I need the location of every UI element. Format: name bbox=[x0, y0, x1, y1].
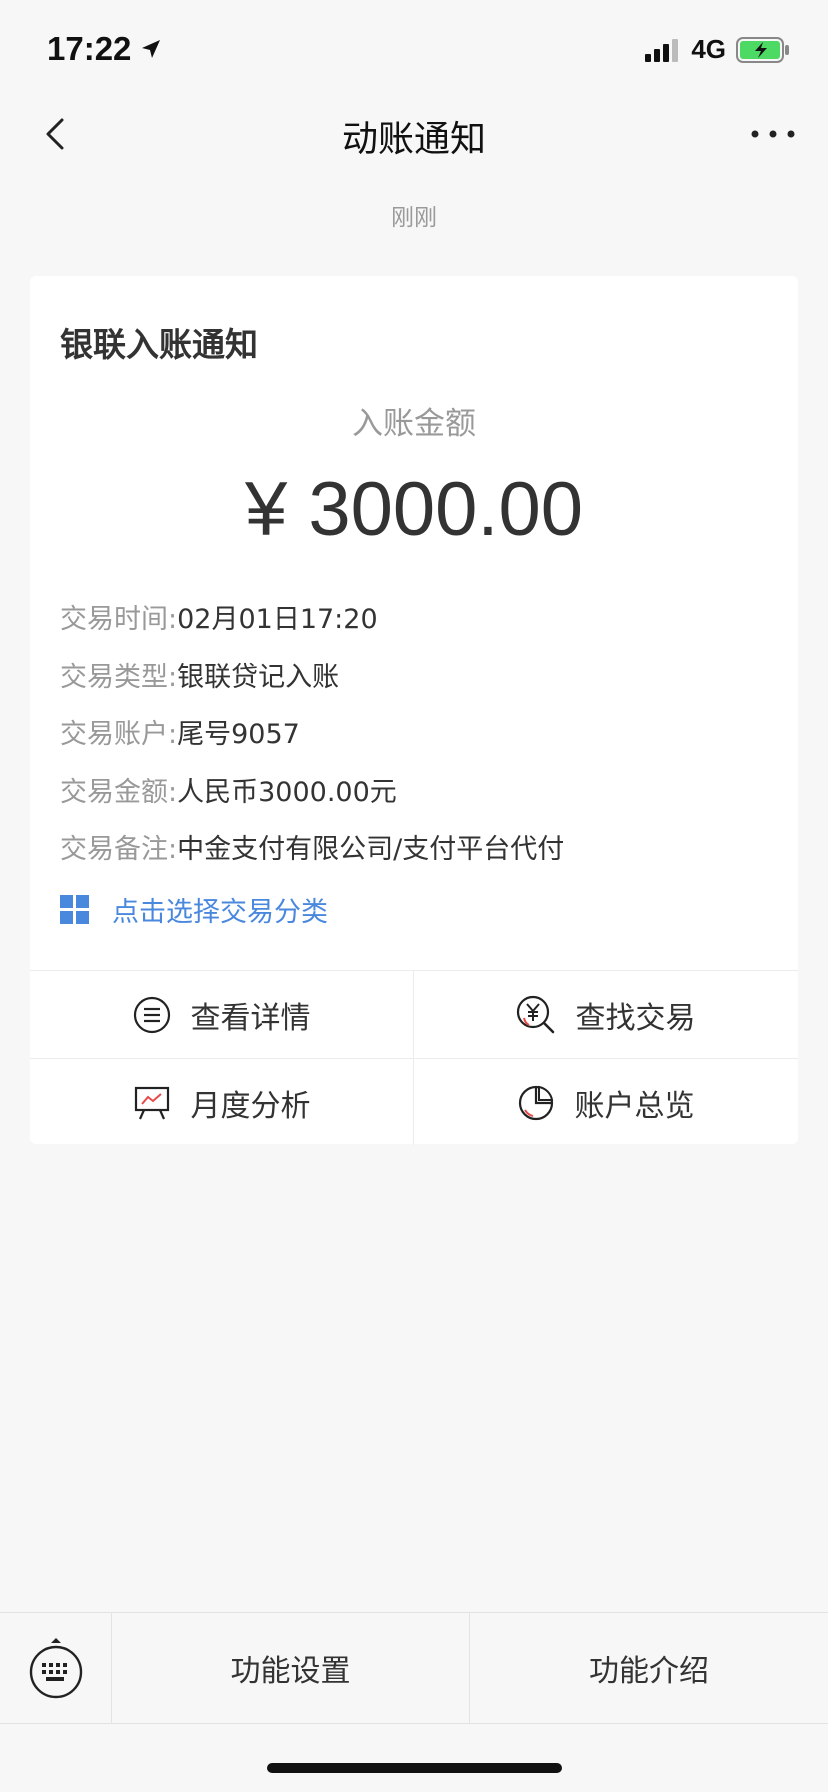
detail-key: 交易备注: bbox=[60, 834, 178, 866]
detail-value: 尾号9057 bbox=[177, 719, 300, 751]
more-icon[interactable] bbox=[750, 114, 796, 154]
amount-label: 入账金额 bbox=[352, 406, 476, 442]
status-bar: 17:22 4G bbox=[0, 0, 828, 100]
battery-charging-icon bbox=[736, 36, 789, 63]
location-arrow-icon bbox=[142, 40, 161, 58]
status-time: 17:22 bbox=[47, 30, 163, 68]
status-indicators: 4G bbox=[645, 34, 790, 65]
amount-value: ¥ 3000.00 bbox=[244, 467, 584, 552]
notification-card: 银联入账通知 入账金额 ¥ 3000.00 交易时间: 02月01日17:20 … bbox=[30, 276, 798, 1145]
action-label: 月度分析 bbox=[190, 1088, 311, 1124]
message-time: 刚刚 bbox=[391, 205, 437, 231]
network-type: 4G bbox=[691, 34, 726, 64]
detail-key: 交易时间: bbox=[60, 604, 178, 636]
chart-board-icon bbox=[134, 1086, 169, 1119]
list-icon bbox=[133, 996, 170, 1033]
feature-intro-button[interactable]: 功能介绍 bbox=[470, 1613, 828, 1723]
action-label: 账户总览 bbox=[574, 1088, 695, 1124]
nav-bar: 动账通知 bbox=[0, 100, 828, 168]
account-overview-button[interactable]: 账户总览 bbox=[414, 1059, 797, 1146]
detail-key: 交易类型: bbox=[60, 661, 178, 693]
detail-value: 中金支付有限公司/支付平台代付 bbox=[177, 834, 565, 866]
keyboard-toggle-button[interactable] bbox=[0, 1613, 112, 1723]
detail-key: 交易账户: bbox=[60, 719, 178, 751]
bottom-menu-bar: 功能设置 功能介绍 bbox=[0, 1612, 828, 1724]
detail-value: 银联贷记入账 bbox=[177, 661, 340, 693]
home-indicator bbox=[267, 1763, 562, 1773]
monthly-analysis-button[interactable]: 月度分析 bbox=[30, 1059, 413, 1146]
view-details-button[interactable]: 查看详情 bbox=[30, 971, 413, 1058]
detail-list: 交易时间: 02月01日17:20 交易类型: 银联贷记入账 交易账户: 尾号9… bbox=[60, 588, 564, 876]
grid-icon bbox=[60, 894, 89, 924]
action-grid: 查看详情 查找交易 月度分析 账户总览 bbox=[30, 970, 798, 1145]
pie-chart-icon bbox=[518, 1085, 553, 1120]
page-title: 动账通知 bbox=[341, 119, 486, 160]
action-label: 查看详情 bbox=[190, 1000, 311, 1036]
classify-label: 点击选择交易分类 bbox=[112, 897, 328, 928]
card-title: 银联入账通知 bbox=[60, 325, 258, 364]
detail-value: 人民币3000.00元 bbox=[177, 776, 397, 808]
find-transaction-button[interactable]: 查找交易 bbox=[414, 971, 797, 1058]
detail-key: 交易金额: bbox=[60, 776, 178, 808]
signal-icon bbox=[645, 38, 679, 62]
status-time-text: 17:22 bbox=[47, 30, 132, 67]
detail-row: 交易金额: 人民币3000.00元 bbox=[60, 761, 564, 819]
keyboard-icon bbox=[29, 1638, 82, 1699]
detail-row: 交易备注: 中金支付有限公司/支付平台代付 bbox=[60, 818, 564, 876]
search-yuan-icon bbox=[516, 995, 554, 1033]
detail-row: 交易时间: 02月01日17:20 bbox=[60, 588, 564, 646]
detail-row: 交易账户: 尾号9057 bbox=[60, 703, 564, 761]
detail-value: 02月01日17:20 bbox=[177, 604, 378, 636]
classify-link[interactable]: 点击选择交易分类 bbox=[60, 890, 328, 929]
feature-settings-button[interactable]: 功能设置 bbox=[112, 1613, 470, 1723]
action-label: 查找交易 bbox=[575, 1000, 696, 1036]
detail-row: 交易类型: 银联贷记入账 bbox=[60, 646, 564, 704]
